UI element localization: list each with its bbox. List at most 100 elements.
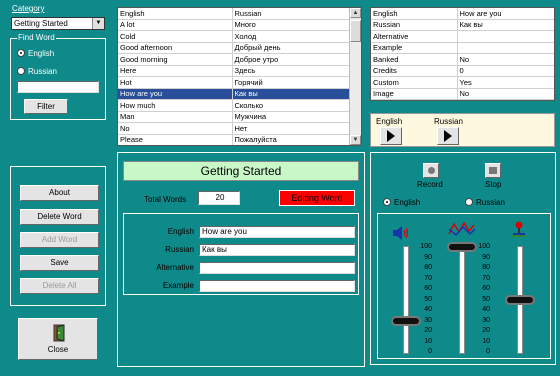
table-row[interactable]: Hot Горячий [118,76,352,89]
fields-group: English How are you Russian Как вы Alter… [123,213,359,295]
delete-all-button[interactable]: Delete All [20,278,99,294]
details-row: Credits 0 [371,65,554,77]
detail-value[interactable]: No [457,53,554,66]
rec-radio-english-label: English [394,198,421,207]
scale-tick-label: 50 [424,295,432,303]
find-word-group: Find Word English Russian Filter [10,33,106,120]
cell-english: No [118,122,233,135]
word-list-grid[interactable]: English Russian A lot Много Cold Холод Good af… [117,7,362,146]
table-row[interactable]: Here Здесь [118,65,352,77]
cell-russian: Мужчина [232,111,352,123]
radio-english-label: English [28,49,55,58]
scale-tick-label: 80 [424,264,432,271]
alternative-field-label: Alternative [156,263,194,272]
category-select[interactable]: Getting Started ▼ [11,17,105,30]
alternative-field[interactable] [199,262,355,274]
scale-tick-label: 80 [482,264,490,271]
play-panel: English Russian [370,113,555,147]
scroll-down-icon[interactable]: ▼ [350,135,361,145]
table-row[interactable]: Good morning Доброе утро [118,53,352,66]
detail-value[interactable]: No [457,88,554,100]
actions-panel: About Delete Word Add Word Save Delete A… [10,166,106,306]
play-russian-button[interactable] [437,127,459,145]
record-label: Record [417,180,443,189]
rec-radio-russian[interactable]: Russian [465,198,525,208]
cell-english: Good afternoon [118,42,233,54]
english-field[interactable]: How are you [199,226,355,238]
detail-value[interactable]: Как вы [457,19,554,31]
play-english-button[interactable] [380,127,402,145]
mic-slider[interactable] [505,294,535,305]
rec-radio-english[interactable]: English [383,198,443,208]
detail-value[interactable]: How are you [457,8,554,20]
header-english[interactable]: English [118,8,233,20]
microphone-icon [510,220,528,240]
cell-russian: Много [232,19,352,31]
example-field-label: Example [162,281,194,290]
save-button[interactable]: Save [20,255,99,271]
table-row[interactable]: A lot Много [118,19,352,31]
details-row: Example [371,42,554,54]
radio-english[interactable]: English [17,49,77,59]
details-row: Banked No [371,53,554,66]
cell-russian: Как вы [232,88,352,100]
scale-tick-label: 70 [482,274,490,282]
eq-track [459,246,465,354]
scale-tick-label: 90 [482,253,490,261]
word-list-scrollbar[interactable]: ▲ ▼ [349,8,361,145]
table-row[interactable]: Please Пожалуйста [118,134,352,145]
editor-title: Getting Started [123,161,359,181]
table-row[interactable]: Cold Холод [118,30,352,43]
radio-russian[interactable]: Russian [17,67,77,77]
scale-tick-label: 70 [424,274,432,282]
close-button[interactable]: Close [18,318,98,360]
stop-button[interactable] [485,163,501,178]
volume-track [403,246,409,354]
header-russian[interactable]: Russian [232,8,352,20]
table-row[interactable]: Good afternoon Добрый день [118,42,352,54]
cell-english: Here [118,65,233,77]
detail-value[interactable] [457,30,554,43]
table-row[interactable]: No Нет [118,122,352,135]
mixer-area: 100 90 80 70 60 50 40 30 20 10 0 100 90 80 70 60 50 40 30… [377,213,551,359]
detail-value[interactable] [457,42,554,54]
add-word-button[interactable]: Add Word [20,232,99,248]
detail-value[interactable]: Yes [457,76,554,89]
cell-english: How much [118,99,233,112]
find-word-label: Find Word [17,33,56,42]
table-row[interactable]: How are you Как вы [118,88,352,100]
detail-value[interactable]: 0 [457,65,554,77]
rec-radio-russian-label: Russian [476,198,505,207]
record-button[interactable] [423,163,439,178]
cell-english: How are you [118,88,233,100]
rec-radio-english-dot [383,198,391,206]
detail-key: Credits [371,65,458,77]
detail-key: Custom [371,76,458,89]
scroll-up-icon[interactable]: ▲ [350,8,361,18]
detail-key: Example [371,42,458,54]
filter-button[interactable]: Filter [24,99,68,114]
scale-tick-label: 60 [424,285,432,292]
cell-russian: Добрый день [232,42,352,54]
close-label: Close [47,345,69,354]
cell-english: A lot [118,19,233,31]
cell-russian: Горячий [232,76,352,89]
table-row[interactable]: How much Сколько [118,99,352,112]
volume-slider[interactable] [391,315,421,326]
total-words-field: 20 [198,191,240,205]
chevron-down-icon: ▼ [92,18,104,29]
delete-word-button[interactable]: Delete Word [20,209,99,225]
russian-field[interactable]: Как вы [199,244,355,256]
category-label: Category [12,4,45,13]
level-scale-left: 100 90 80 70 60 50 40 30 20 10 0 [416,242,432,355]
scroll-thumb[interactable] [350,20,361,42]
example-field[interactable] [199,280,355,292]
about-button[interactable]: About [20,185,99,201]
eq-slider[interactable] [447,242,477,252]
cell-russian: Здесь [232,65,352,77]
table-row[interactable]: Man Мужчина [118,111,352,123]
speaker-icon [392,226,410,242]
scale-tick-label: 20 [424,327,432,334]
find-word-input[interactable] [17,81,99,93]
scale-tick-label: 0 [428,348,432,355]
